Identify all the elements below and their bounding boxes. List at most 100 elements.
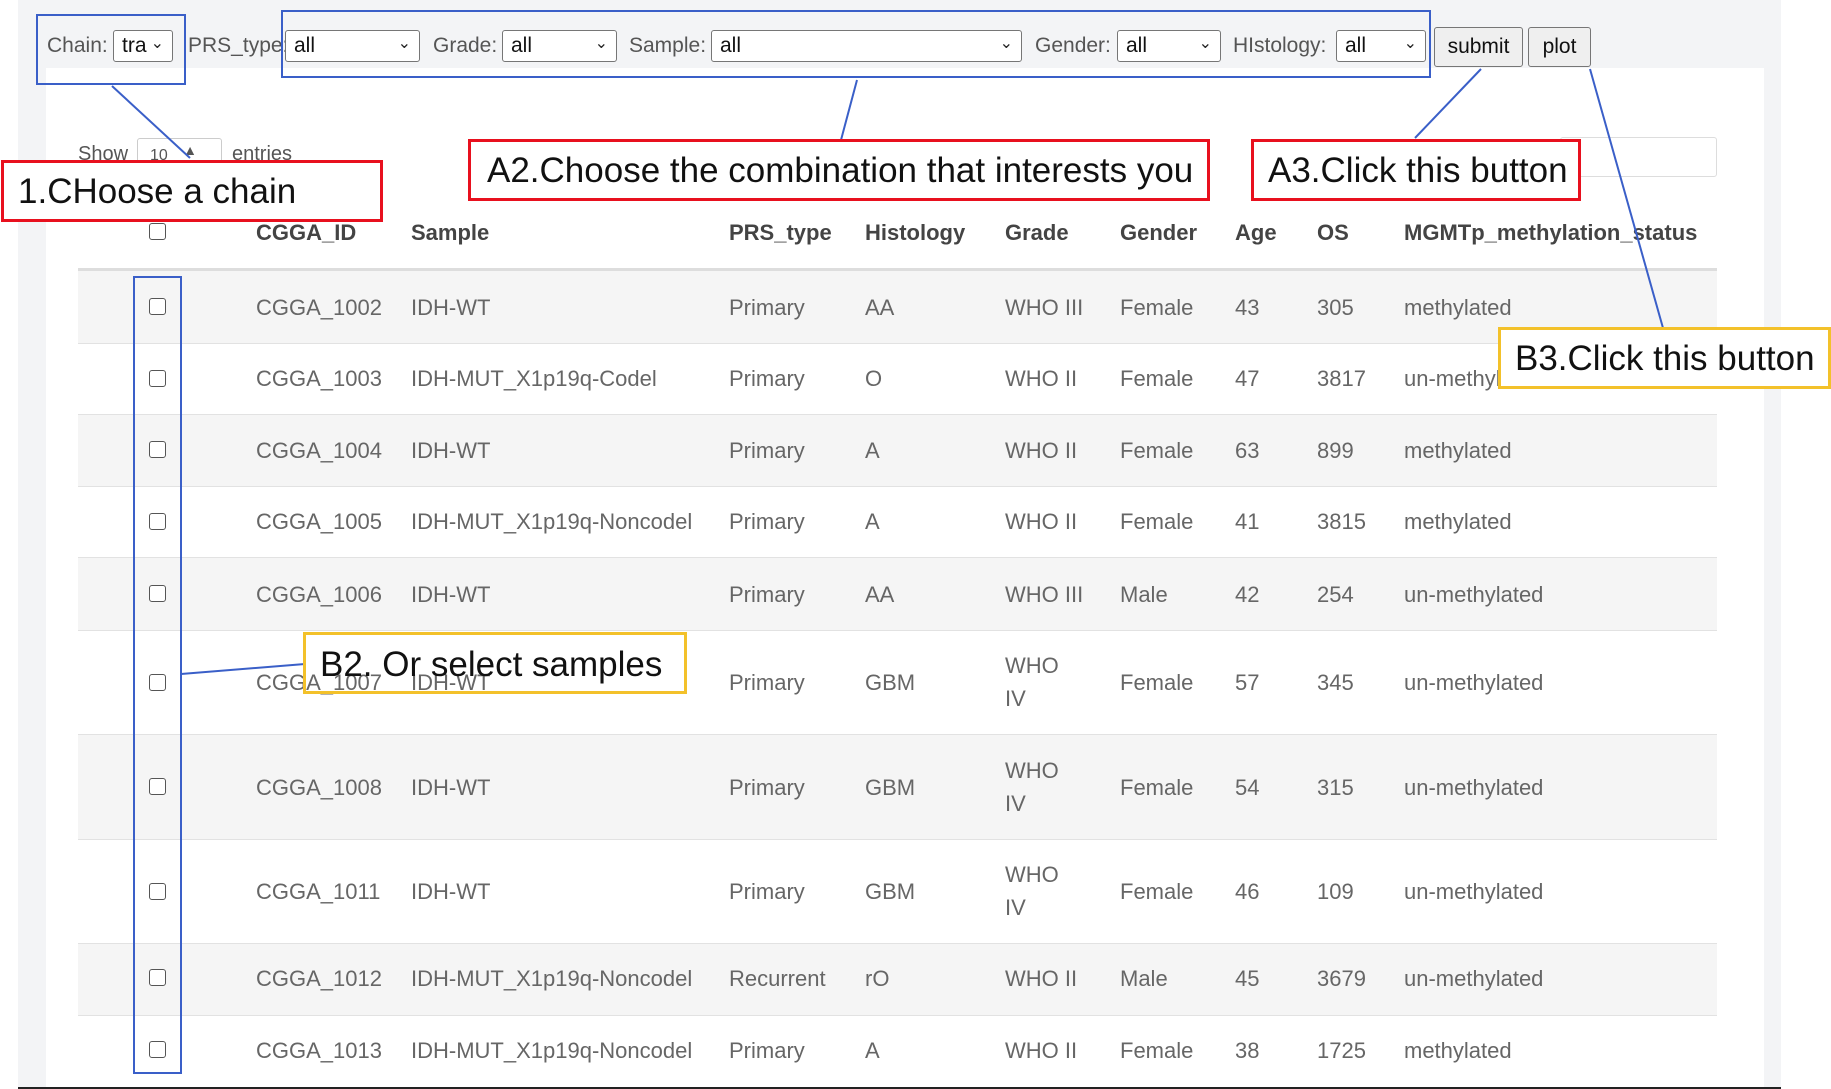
row-checkbox[interactable]: [149, 969, 166, 986]
cell-gender: Male: [1120, 966, 1168, 991]
cell-sample: IDH-MUT_X1p19q-Noncodel: [411, 1038, 693, 1063]
chevron-down-icon: ⌄: [999, 35, 1013, 52]
chain-label: Chain:: [47, 34, 108, 57]
gender-label: Gender:: [1035, 34, 1111, 57]
cell-os: 3679: [1317, 966, 1366, 991]
cell-prs-type: Primary: [729, 1038, 805, 1063]
grade-select-value: all: [511, 34, 533, 57]
table-row[interactable]: CGGA_1012 IDH-MUT_X1p19q-Noncodel Recurr…: [78, 944, 1717, 1016]
grade-select[interactable]: all ⌄: [502, 30, 617, 62]
chevron-down-icon: ⌄: [150, 35, 164, 52]
cell-sample: IDH-MUT_X1p19q-Noncodel: [411, 509, 693, 534]
prs-type-label: PRS_type:: [188, 34, 289, 57]
row-checkbox[interactable]: [149, 883, 166, 900]
cell-sample: IDH-WT: [411, 582, 491, 607]
cell-histology: AA: [865, 295, 895, 320]
cell-os: 3815: [1317, 509, 1366, 534]
submit-button[interactable]: submit: [1434, 27, 1523, 67]
chain-select[interactable]: tra ⌄: [113, 30, 173, 62]
column-header-prs-type[interactable]: PRS_type: [729, 220, 832, 246]
annotation-click-submit: A3.Click this button: [1251, 139, 1581, 201]
cell-sample: IDH-WT: [411, 438, 491, 463]
table-row[interactable]: CGGA_1005 IDH-MUT_X1p19q-Noncodel Primar…: [78, 487, 1717, 558]
column-header-os[interactable]: OS: [1317, 220, 1349, 246]
row-checkbox[interactable]: [149, 778, 166, 795]
cell-cgga-id: CGGA_1012: [256, 966, 382, 991]
cell-sample: IDH-WT: [411, 295, 491, 320]
row-checkbox[interactable]: [149, 674, 166, 691]
select-all-checkbox[interactable]: [149, 223, 166, 240]
cell-grade: WHO II: [1005, 966, 1078, 991]
spinner-arrows-icon: ▲: [183, 142, 197, 158]
column-header-cgga-id[interactable]: CGGA_ID: [256, 220, 356, 246]
row-checkbox[interactable]: [149, 298, 166, 315]
histology-select[interactable]: all ⌄: [1336, 30, 1426, 62]
row-checkbox[interactable]: [149, 1041, 166, 1058]
cell-histology: O: [865, 366, 883, 391]
cell-mgmt-status: un-methylated: [1404, 775, 1544, 800]
cell-age: 41: [1235, 509, 1260, 534]
column-header-age[interactable]: Age: [1235, 220, 1277, 246]
cell-histology: A: [865, 1038, 880, 1063]
column-header-grade[interactable]: Grade: [1005, 220, 1069, 246]
cell-age: 43: [1235, 295, 1260, 320]
column-header-sample[interactable]: Sample: [411, 220, 489, 246]
table-row[interactable]: CGGA_1008 IDH-WT Primary GBM WHO IV Fema…: [78, 735, 1717, 840]
annotation-choose-combination: A2.Choose the combination that interests…: [468, 139, 1210, 201]
sample-label: Sample:: [629, 34, 707, 57]
chevron-down-icon: ⌄: [1198, 35, 1212, 52]
cell-age: 54: [1235, 775, 1260, 800]
cell-os: 315: [1317, 775, 1354, 800]
plot-button[interactable]: plot: [1528, 27, 1591, 67]
column-header-gender[interactable]: Gender: [1120, 220, 1197, 246]
table-row[interactable]: CGGA_1004 IDH-WT Primary A WHO II Female…: [78, 415, 1717, 487]
cell-gender: Female: [1120, 438, 1194, 463]
cell-age: 57: [1235, 670, 1260, 695]
table-row[interactable]: CGGA_1011 IDH-WT Primary GBM WHO IV Fema…: [78, 840, 1717, 944]
table-row[interactable]: CGGA_1003 IDH-MUT_X1p19q-Codel Primary O…: [78, 344, 1717, 415]
cell-age: 46: [1235, 879, 1260, 904]
row-checkbox[interactable]: [149, 441, 166, 458]
cell-prs-type: Primary: [729, 509, 805, 534]
cell-cgga-id: CGGA_1011: [256, 879, 381, 904]
cell-prs-type: Primary: [729, 438, 805, 463]
cell-prs-type: Primary: [729, 879, 805, 904]
cell-sample: IDH-WT: [411, 879, 491, 904]
table-row[interactable]: CGGA_1006 IDH-WT Primary AA WHO III Male…: [78, 558, 1717, 631]
cell-cgga-id: CGGA_1008: [256, 775, 382, 800]
row-checkbox[interactable]: [149, 370, 166, 387]
sample-select[interactable]: all ⌄: [711, 30, 1022, 62]
table-row[interactable]: CGGA_1002 IDH-WT Primary AA WHO III Fema…: [78, 271, 1717, 344]
cell-gender: Male: [1120, 582, 1168, 607]
prs-type-select[interactable]: all ⌄: [285, 30, 420, 62]
annotation-select-samples: B2. Or select samples: [303, 632, 687, 694]
cell-prs-type: Primary: [729, 366, 805, 391]
row-checkbox[interactable]: [149, 585, 166, 602]
cell-gender: Female: [1120, 509, 1194, 534]
search-input[interactable]: [1560, 137, 1717, 177]
cell-mgmt-status: un-methylated: [1404, 582, 1544, 607]
cell-gender: Female: [1120, 295, 1194, 320]
column-header-mgmt-status[interactable]: MGMTp_methylation_status: [1404, 220, 1697, 246]
column-header-histology[interactable]: Histology: [865, 220, 965, 246]
cell-os: 3817: [1317, 366, 1366, 391]
cell-histology: rO: [865, 966, 890, 991]
cell-grade: WHO II: [1005, 438, 1078, 463]
cell-histology: GBM: [865, 775, 916, 800]
cell-gender: Female: [1120, 879, 1194, 904]
cell-sample: IDH-MUT_X1p19q-Codel: [411, 366, 657, 391]
cell-grade: WHO II: [1005, 1038, 1078, 1063]
cell-grade: WHO III: [1005, 295, 1084, 320]
cell-gender: Female: [1120, 670, 1194, 695]
cell-cgga-id: CGGA_1006: [256, 582, 382, 607]
cell-grade: WHO III: [1005, 582, 1084, 607]
table-row[interactable]: CGGA_1013 IDH-MUT_X1p19q-Noncodel Primar…: [78, 1016, 1717, 1086]
cell-os: 109: [1317, 879, 1354, 904]
row-checkbox[interactable]: [149, 513, 166, 530]
gender-select[interactable]: all ⌄: [1117, 30, 1221, 62]
annotation-click-plot: B3.Click this button: [1498, 327, 1831, 389]
cell-mgmt-status: un-methylated: [1404, 670, 1544, 695]
cell-mgmt-status: un-methylated: [1404, 879, 1544, 904]
cell-gender: Female: [1120, 1038, 1194, 1063]
cell-mgmt-status: methylated: [1404, 438, 1512, 463]
